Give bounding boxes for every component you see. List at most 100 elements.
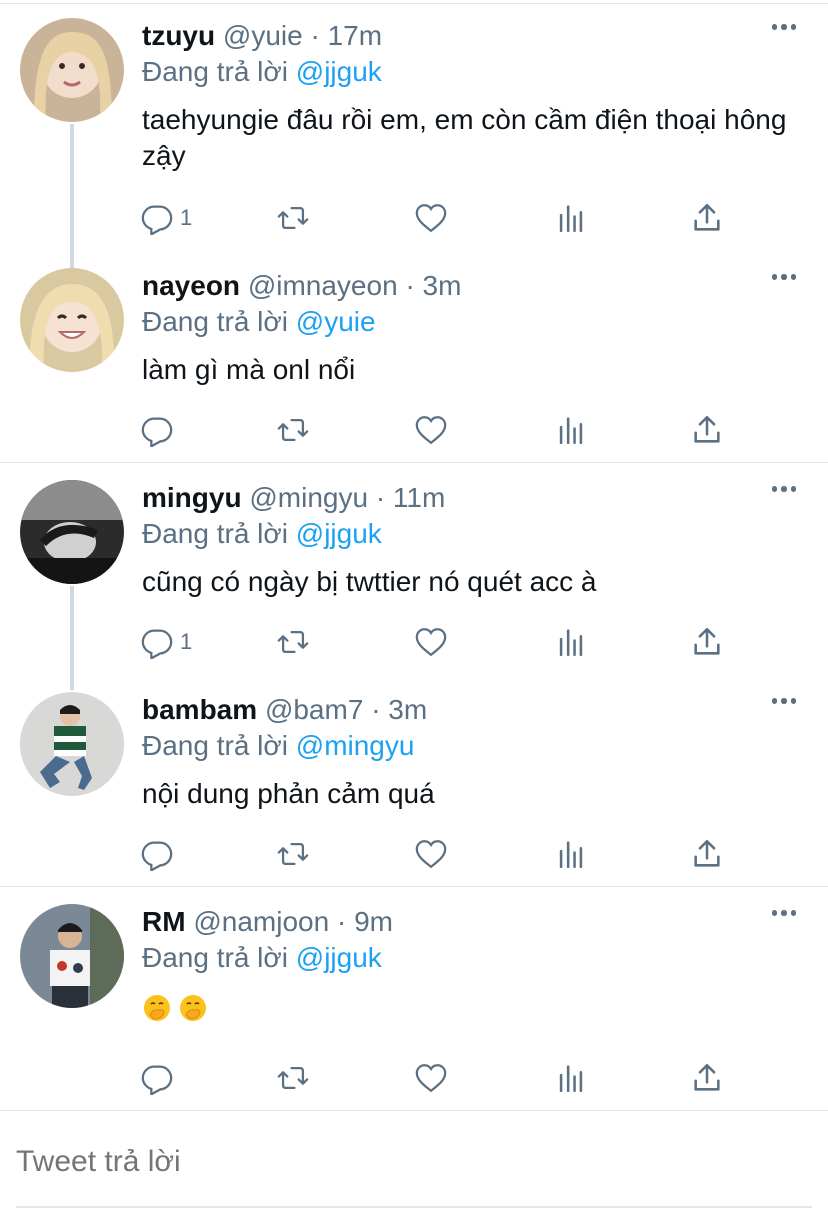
analytics-icon [559, 205, 583, 233]
replying-to: Đang trả lời @mingyu [142, 728, 808, 764]
avatar[interactable] [20, 268, 124, 372]
reply-button[interactable]: 1 [140, 198, 192, 238]
analytics-icon [559, 1065, 583, 1093]
retweet-button[interactable] [276, 1058, 310, 1098]
reply-icon [141, 841, 173, 871]
analytics-button[interactable] [554, 834, 588, 874]
tweet-header: RM @namjoon · 9m [142, 904, 808, 940]
display-name[interactable]: tzuyu [142, 20, 215, 51]
user-handle[interactable]: @yuie [223, 20, 303, 51]
like-icon [415, 628, 447, 657]
mention-link[interactable]: @jjguk [296, 942, 382, 973]
tweet-text [142, 988, 808, 1024]
like-button[interactable] [414, 834, 448, 874]
share-icon [694, 839, 720, 867]
share-icon [694, 1063, 720, 1091]
reply-button[interactable] [140, 834, 180, 874]
like-icon [415, 204, 447, 233]
retweet-button[interactable] [276, 410, 310, 450]
tweet-header: mingyu @mingyu · 11m [142, 480, 808, 516]
tweet[interactable]: nayeon @imnayeon · 3m Đang trả lời @yuie… [0, 250, 828, 462]
mention-link[interactable]: @jjguk [296, 518, 382, 549]
replying-to: Đang trả lời @yuie [142, 304, 808, 340]
face-with-hand-over-mouth-emoji [180, 994, 206, 1021]
separator-dot: · [310, 20, 320, 51]
replying-to-label: Đang trả lời [142, 306, 288, 337]
like-button[interactable] [414, 622, 448, 662]
face-with-hand-over-mouth-emoji [144, 994, 170, 1021]
display-name[interactable]: mingyu [142, 482, 242, 513]
share-icon [694, 627, 720, 655]
reply-icon [141, 629, 173, 659]
more-options-icon[interactable] [770, 908, 798, 918]
reply-input[interactable] [16, 1140, 812, 1184]
retweet-icon [277, 418, 309, 442]
reply-composer [0, 1112, 828, 1215]
analytics-button[interactable] [554, 1058, 588, 1098]
analytics-button[interactable] [554, 198, 588, 238]
timestamp[interactable]: 17m [328, 20, 382, 51]
retweet-button[interactable] [276, 198, 310, 238]
reply-count: 1 [180, 205, 193, 230]
tweet[interactable]: bambam @bam7 · 3m Đang trả lời @mingyu n… [0, 674, 828, 886]
reply-thread: tzuyu @yuie · 17m Đang trả lời @jjguk ta… [0, 0, 828, 1111]
retweet-icon [277, 630, 309, 654]
avatar[interactable] [20, 18, 124, 122]
mention-link[interactable]: @mingyu [296, 730, 415, 761]
separator-dot: · [405, 270, 415, 301]
share-button[interactable] [690, 198, 724, 238]
avatar[interactable] [20, 692, 124, 796]
like-button[interactable] [414, 410, 448, 450]
like-button[interactable] [414, 1058, 448, 1098]
analytics-button[interactable] [554, 622, 588, 662]
display-name[interactable]: nayeon [142, 270, 240, 301]
user-handle[interactable]: @namjoon [193, 906, 329, 937]
tweet[interactable]: tzuyu @yuie · 17m Đang trả lời @jjguk ta… [0, 0, 828, 252]
more-options-icon[interactable] [770, 22, 798, 32]
timestamp[interactable]: 11m [393, 482, 445, 513]
tweet-header: nayeon @imnayeon · 3m [142, 268, 808, 304]
timestamp[interactable]: 3m [388, 694, 427, 725]
retweet-icon [277, 206, 309, 230]
share-icon [694, 415, 720, 443]
avatar[interactable] [20, 904, 124, 1008]
analytics-button[interactable] [554, 410, 588, 450]
reply-button[interactable]: 1 [140, 622, 192, 662]
replying-to-label: Đang trả lời [142, 730, 288, 761]
reply-icon [141, 1065, 173, 1095]
more-options-icon[interactable] [770, 696, 798, 706]
analytics-icon [559, 417, 583, 445]
like-button[interactable] [414, 198, 448, 238]
retweet-button[interactable] [276, 834, 310, 874]
timestamp[interactable]: 9m [354, 906, 393, 937]
like-icon [415, 1064, 447, 1093]
reply-button[interactable] [140, 410, 180, 450]
display-name[interactable]: RM [142, 906, 186, 937]
more-options-icon[interactable] [770, 484, 798, 494]
mention-link[interactable]: @yuie [296, 306, 376, 337]
retweet-icon [277, 1066, 309, 1090]
avatar-photo-icon [20, 18, 124, 122]
like-icon [415, 416, 447, 445]
avatar[interactable] [20, 480, 124, 584]
tweet-actions: 1 [140, 198, 740, 238]
reply-button[interactable] [140, 1058, 180, 1098]
reply-icon [141, 417, 173, 447]
separator-dot: · [375, 482, 386, 513]
replying-to: Đang trả lời @jjguk [142, 940, 808, 976]
tweet[interactable]: mingyu @mingyu · 11m Đang trả lời @jjguk… [0, 462, 828, 674]
user-handle[interactable]: @imnayeon [248, 270, 398, 301]
share-button[interactable] [690, 410, 724, 450]
replying-to-label: Đang trả lời [142, 518, 288, 549]
mention-link[interactable]: @jjguk [296, 56, 382, 87]
share-button[interactable] [690, 1058, 724, 1098]
tweet[interactable]: RM @namjoon · 9m Đang trả lời @jjguk [0, 886, 828, 1110]
user-handle[interactable]: @mingyu [249, 482, 368, 513]
user-handle[interactable]: @bam7 [265, 694, 363, 725]
share-button[interactable] [690, 834, 724, 874]
timestamp[interactable]: 3m [423, 270, 462, 301]
more-options-icon[interactable] [770, 272, 798, 282]
share-button[interactable] [690, 622, 724, 662]
display-name[interactable]: bambam [142, 694, 257, 725]
retweet-button[interactable] [276, 622, 310, 662]
